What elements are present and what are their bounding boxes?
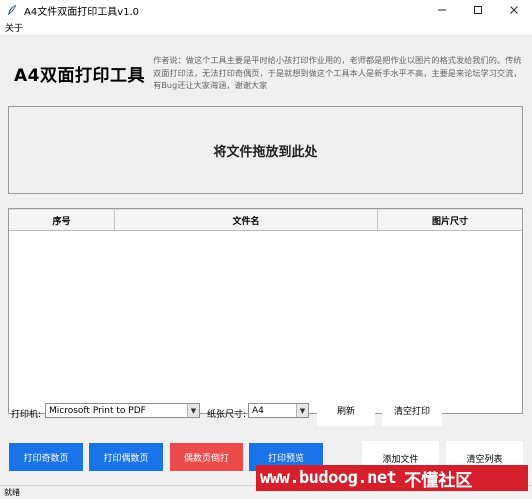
app-title: A4双面打印工具 — [14, 66, 145, 86]
feather-icon — [8, 4, 17, 15]
file-table[interactable]: 序号 文件名 图片尺寸 — [8, 208, 523, 414]
minimize-button[interactable] — [424, 0, 460, 20]
chevron-down-icon: ▼ — [296, 404, 308, 417]
maximize-button[interactable] — [460, 0, 496, 20]
print-even-pages-button[interactable]: 打印偶数页 — [89, 443, 163, 471]
window-title: A4文件双面打印工具v1.0 — [24, 6, 140, 18]
menu-bar: 关于 — [0, 20, 532, 35]
chevron-down-icon: ▼ — [187, 404, 199, 417]
watermark-url: www.budoog.net — [260, 468, 397, 488]
clear-print-button[interactable]: 清空打印 — [382, 395, 442, 426]
status-text: 就绪 — [4, 488, 20, 497]
main-panel: A4双面打印工具 作者说：做这个工具主要是平时给小孩打印作业用的，老师都是把作业… — [0, 35, 532, 485]
column-header-index[interactable]: 序号 — [9, 209, 115, 230]
column-header-filename[interactable]: 文件名 — [115, 209, 378, 230]
title-bar: A4文件双面打印工具v1.0 — [0, 0, 532, 20]
column-header-image-size[interactable]: 图片尺寸 — [378, 209, 522, 230]
even-pages-reverse-button[interactable]: 偶数页倒打 — [170, 443, 243, 471]
drop-zone-label: 将文件拖放到此处 — [213, 144, 318, 160]
printer-select-value: Microsoft Print to PDF — [49, 405, 146, 416]
print-odd-pages-button[interactable]: 打印奇数页 — [9, 443, 83, 471]
refresh-button[interactable]: 刷新 — [317, 395, 375, 426]
minimize-icon — [438, 9, 446, 11]
paper-size-label: 纸张尺寸: — [207, 410, 247, 420]
paper-size-select[interactable]: A4 ▼ — [248, 403, 309, 418]
site-watermark: www.budoog.net 不懂社区 — [256, 465, 528, 491]
maximize-icon — [474, 6, 482, 14]
watermark-name: 不懂社区 — [404, 470, 473, 491]
menu-item-about[interactable]: 关于 — [5, 21, 23, 34]
table-header: 序号 文件名 图片尺寸 — [9, 209, 522, 231]
close-button[interactable] — [496, 0, 532, 20]
printer-select[interactable]: Microsoft Print to PDF ▼ — [45, 403, 200, 418]
paper-size-select-value: A4 — [252, 405, 264, 416]
close-icon — [510, 6, 518, 14]
author-description: 作者说：做这个工具主要是平时给小孩打印作业用的，老师都是把作业以图片的格式发给我… — [153, 55, 522, 90]
printer-label: 打印机: — [11, 410, 42, 420]
file-drop-zone[interactable]: 将文件拖放到此处 — [8, 106, 523, 194]
